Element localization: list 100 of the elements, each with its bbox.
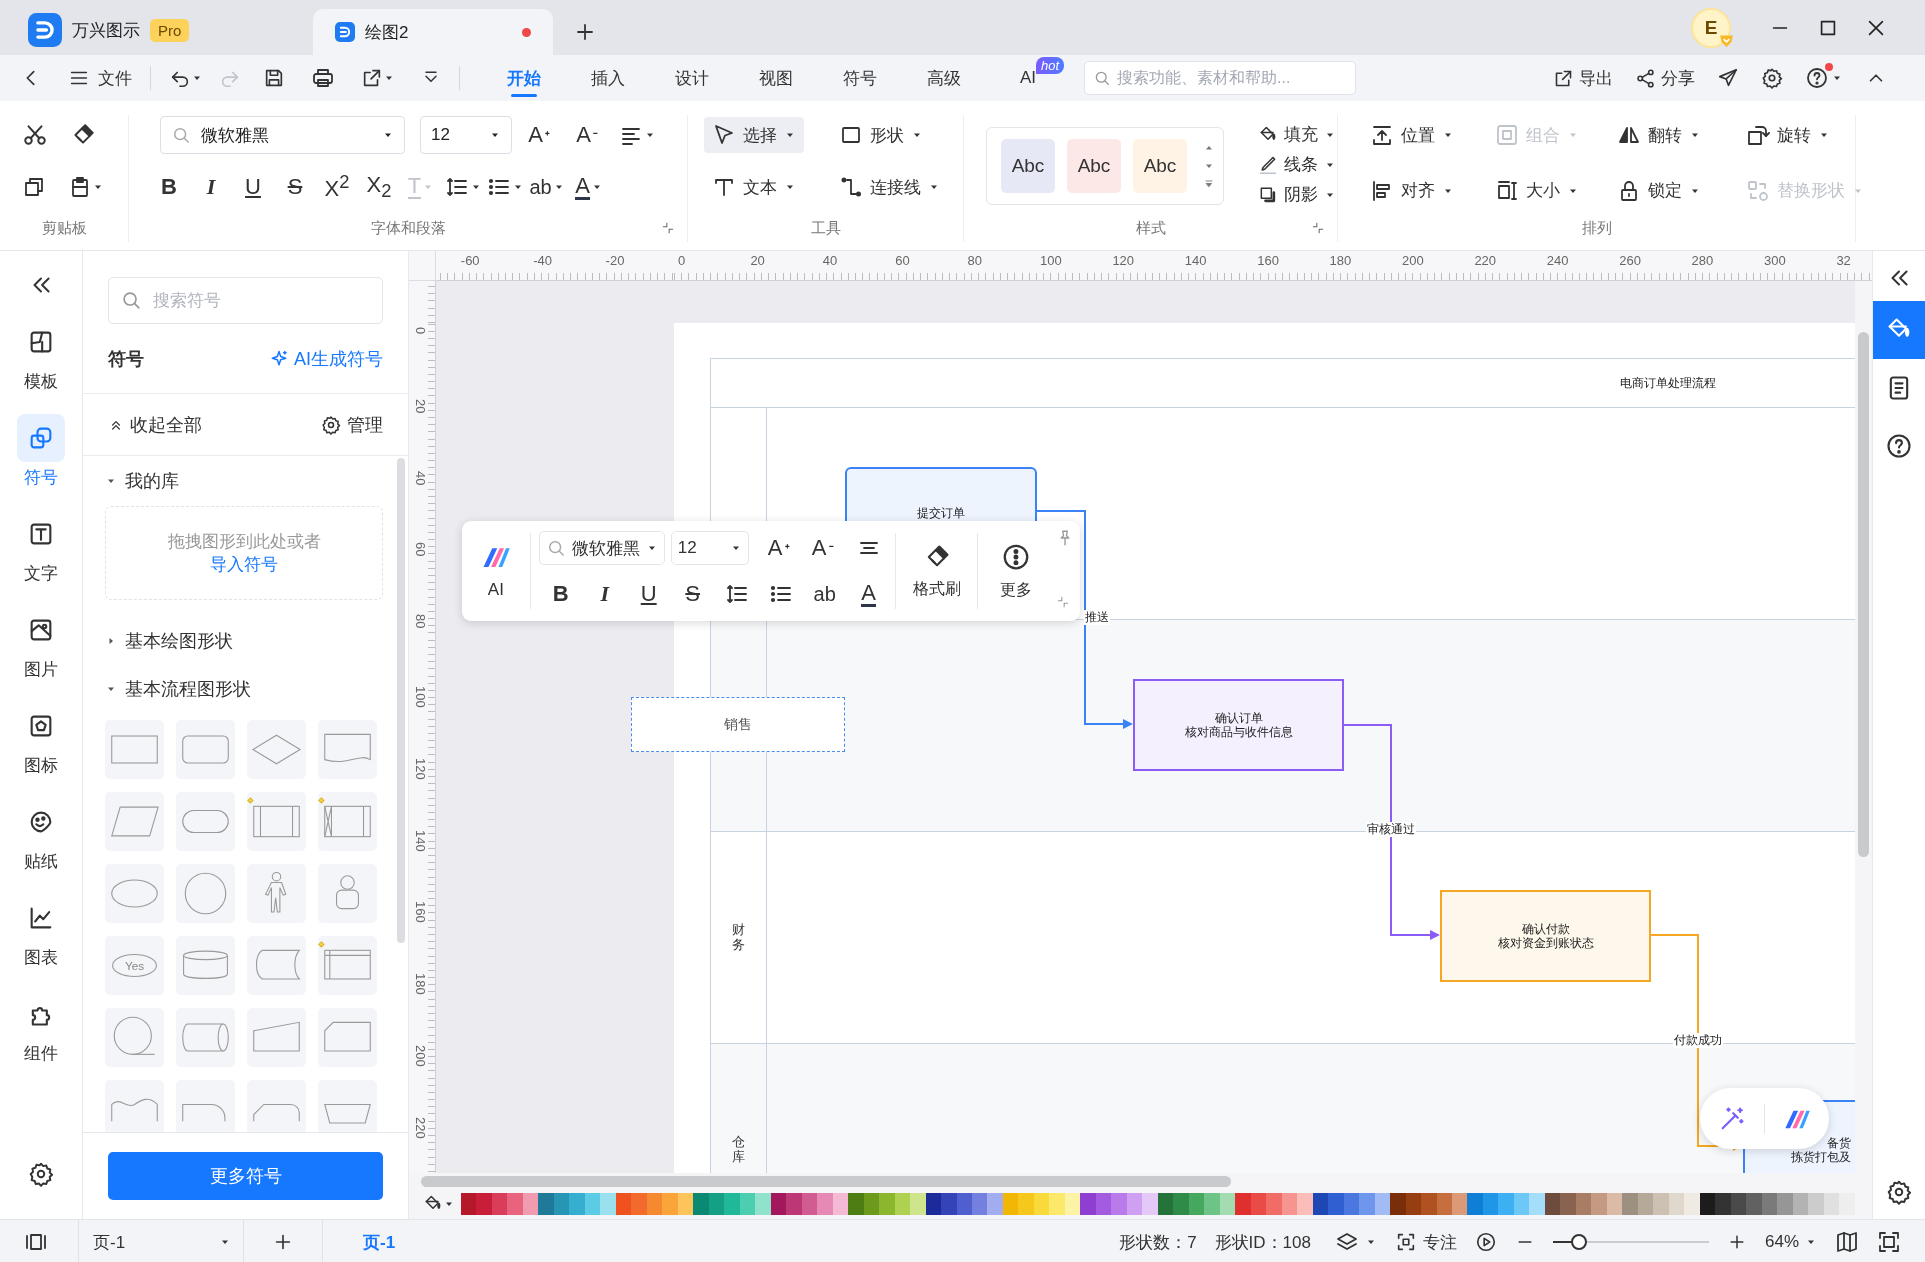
menu-tab[interactable]: 设计 [650,55,734,101]
menu-tab[interactable]: 符号 [818,55,902,101]
underline-button[interactable]: U [626,574,671,614]
box-text: 核对资金到账状态 [1496,936,1595,951]
font-color-button[interactable]: A [568,167,610,207]
style-option[interactable]: 填充 [1258,121,1336,148]
box-text: 拣货打包及 [1790,1150,1851,1165]
tool-button[interactable]: 连接线 [831,169,948,205]
hot-badge: hot [1036,57,1065,74]
style-swatch[interactable]: Abc [1067,138,1121,193]
superscript-button[interactable]: X$^{2}$ [316,167,358,207]
ruler-label: 240 [1546,253,1569,268]
avatar[interactable]: E [1691,7,1731,48]
library-header[interactable]: 基本流程图形状 [105,666,251,712]
sidebar-item[interactable]: 图表 [11,894,71,990]
sidebar-item[interactable]: 模板 [11,318,71,414]
bold-button[interactable]: B [148,167,190,207]
font-color-button[interactable]: A [846,574,891,614]
format-painter-button[interactable]: 格式刷 [895,529,978,613]
toolbar-button[interactable]: 导出 [1553,66,1613,90]
style-swatch[interactable]: Abc [1001,138,1055,193]
font-size-field[interactable]: 12 [420,116,512,154]
page-dropdown[interactable]: 页-1 [78,1220,244,1262]
sidebar-item[interactable]: 贴纸 [11,798,71,894]
arrange-button[interactable]: 位置 [1362,115,1462,155]
highlight-button[interactable]: ab [802,574,847,614]
highlight-button[interactable]: ab [526,167,568,207]
shape-count: 形状数：7 [1119,1231,1197,1254]
tool-button[interactable]: 文本 [704,169,804,205]
ruler-label: 200 [1402,253,1424,268]
box-text: 提交订单 [916,505,966,521]
font-family-field[interactable]: 微软雅黑 [160,116,405,154]
focus-button[interactable]: 专注 [1394,1230,1457,1254]
strikethrough-button[interactable]: S [274,167,316,207]
group-label: 字体和段落 [370,218,446,238]
group-label: 剪贴板 [41,218,87,238]
font-family-field[interactable]: 微软雅黑 [538,531,665,565]
subscript-button[interactable]: X$_{2}$ [358,167,400,207]
bold-button[interactable]: B [538,574,583,614]
arrange-button[interactable]: 锁定 [1609,170,1709,211]
document-tab[interactable]: 绘图2 [313,9,553,55]
ruler-label: 80 [967,253,983,268]
search-field[interactable]: 搜索功能、素材和帮助... [1084,61,1356,95]
ruler-label: 160 [413,901,428,924]
arrange-button[interactable]: 翻转 [1609,115,1709,155]
tool-button[interactable]: 选择 [704,117,804,153]
underline-button[interactable]: U [232,167,274,207]
ai-generate-link[interactable]: AI生成符号 [269,346,383,371]
decrease-font-button[interactable]: A [802,528,847,568]
connector-label: 审核通过 [1366,822,1416,837]
menu-tab[interactable]: AI hot [986,55,1070,101]
italic-button[interactable]: I [582,574,627,614]
ruler-label: 0 [413,327,428,335]
style-option[interactable]: 线条 [1258,151,1336,178]
font-size-field[interactable]: 12 [670,531,749,565]
arrange-button[interactable]: 旋转 [1738,115,1838,155]
ruler-label: 160 [1257,253,1279,268]
menu-tab[interactable]: 视图 [734,55,818,101]
shape-id: 形状ID：108 [1214,1231,1311,1254]
text-box[interactable]: 销售 [631,697,845,752]
sidebar-item[interactable]: 文字 [11,510,71,606]
style-option[interactable]: 阴影 [1258,181,1336,208]
connector-label: 推送 [1084,610,1110,625]
zoom-level[interactable]: 64% [1764,1232,1817,1252]
increase-font-button[interactable]: A [520,115,562,155]
ruler-label: 120 [413,757,428,780]
more-symbols-button[interactable]: 更多符号 [108,1152,383,1200]
page-tab[interactable]: 页-1 [322,1220,396,1262]
strikethrough-button[interactable]: S [670,574,715,614]
ruler-label: -20 [605,253,625,268]
manage-button[interactable]: 管理 [321,412,383,437]
ruler-label: 60 [895,253,910,268]
import-link[interactable]: 导入符号 [210,553,278,576]
tool-button[interactable]: 形状 [831,117,931,153]
sidebar-item[interactable]: 图片 [11,606,71,702]
library-header[interactable]: 我的库 [105,458,179,504]
pool-title: 电商订单处理流程 [1620,374,1716,392]
ai-button[interactable]: AI [462,529,530,613]
file-menu[interactable]: 文件 [68,66,132,90]
arrange-button[interactable]: 对齐 [1362,170,1462,211]
italic-button[interactable]: I [190,167,232,207]
sidebar-item[interactable]: 组件 [11,990,71,1086]
panel-title: 符号 [108,347,144,371]
library-header[interactable]: 基本绘图形状 [105,618,233,664]
menu-tab[interactable]: 插入 [566,55,650,101]
collapse-all-button[interactable]: 收起全部 [108,412,202,437]
style-swatch[interactable]: Abc [1133,138,1187,193]
menu-tab[interactable]: 开始 [482,55,566,101]
toolbar-button[interactable]: 分享 [1635,66,1695,90]
ruler-label: 100 [413,686,428,708]
search-field[interactable]: 搜索符号 [108,277,383,324]
sidebar-item[interactable]: 符号 [11,414,71,510]
sidebar-item[interactable]: 图标 [11,702,71,798]
decrease-font-button[interactable]: A [568,115,610,155]
arrange-button[interactable]: 大小 [1487,170,1587,211]
ruler-label: 180 [1329,253,1352,268]
ruler-label: 180 [413,973,428,995]
more-button[interactable]: 更多 [978,529,1054,613]
increase-font-button[interactable]: A [758,528,803,568]
menu-tab[interactable]: 高级 [902,55,986,101]
